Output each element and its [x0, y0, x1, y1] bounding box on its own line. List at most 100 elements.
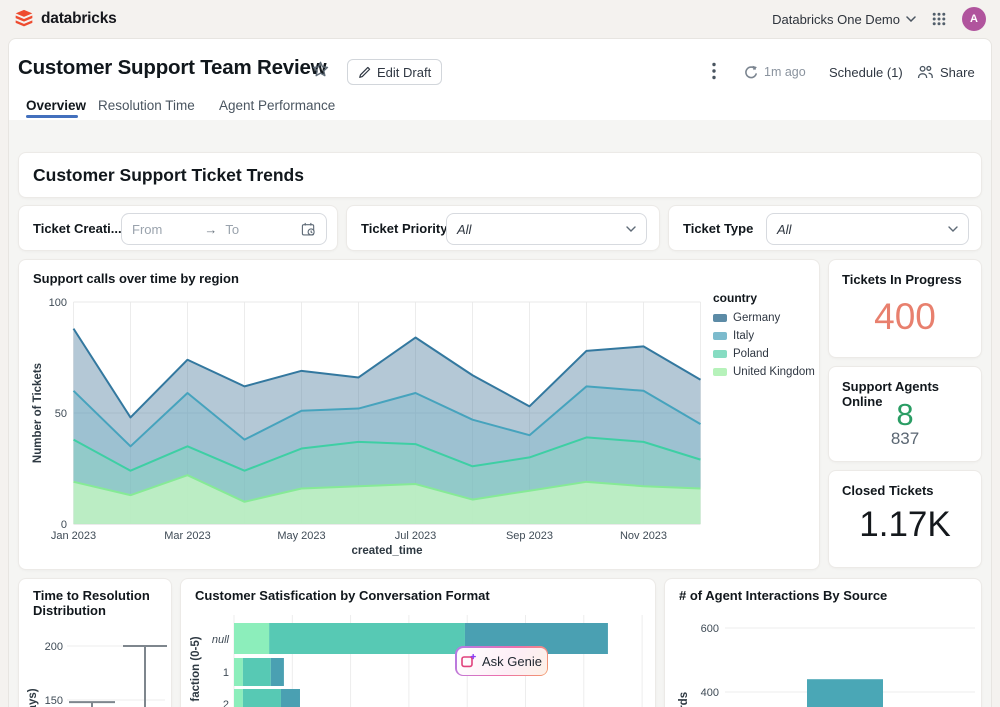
- calendar-clock-icon[interactable]: [301, 222, 316, 237]
- svg-text:150: 150: [45, 695, 63, 707]
- ask-genie-label: Ask Genie: [482, 654, 542, 669]
- ticket-priority-select[interactable]: All: [446, 213, 647, 245]
- kpi-card-tickets-in-progress: Tickets In Progress 400: [828, 259, 982, 358]
- date-range-input[interactable]: From → To: [121, 213, 327, 245]
- svg-text:Sep 2023: Sep 2023: [506, 530, 553, 542]
- kpi-value: 8: [829, 397, 981, 433]
- chevron-down-icon: [906, 16, 916, 22]
- svg-text:Mar 2023: Mar 2023: [164, 530, 210, 542]
- kebab-icon: [712, 62, 716, 80]
- resolution-distribution-title: Time to Resolution Distribution: [33, 588, 163, 618]
- last-refreshed-label: 1m ago: [764, 65, 806, 79]
- refresh-icon: [743, 65, 758, 80]
- pencil-icon: [358, 66, 371, 79]
- legend-item[interactable]: Italy: [713, 330, 817, 342]
- legend-title: country: [713, 291, 817, 305]
- tab-agent-performance[interactable]: Agent Performance: [219, 92, 335, 118]
- kpi-value: 400: [829, 296, 981, 338]
- legend-swatch: [713, 368, 727, 376]
- date-to-placeholder[interactable]: To: [225, 222, 239, 237]
- svg-text:200: 200: [45, 641, 63, 653]
- databricks-logo-icon: [14, 9, 34, 29]
- refresh-button[interactable]: 1m ago: [743, 61, 806, 83]
- svg-text:50: 50: [55, 408, 67, 420]
- legend-swatch: [713, 314, 727, 322]
- star-icon: [312, 61, 329, 77]
- svg-text:May 2023: May 2023: [277, 530, 325, 542]
- tab-resolution-time[interactable]: Resolution Time: [98, 92, 195, 118]
- active-tab-underline: [26, 115, 78, 118]
- svg-text:Nov 2023: Nov 2023: [620, 530, 667, 542]
- share-people-icon: [917, 65, 934, 79]
- csat-stacked-bar-chart[interactable]: null12faction (0-5): [189, 609, 649, 707]
- legend-item[interactable]: Poland: [713, 348, 817, 360]
- svg-text:2: 2: [223, 699, 229, 707]
- share-button[interactable]: Share: [917, 61, 975, 83]
- chart-legend: country Germany Italy Poland United Kingdom: [713, 291, 817, 384]
- kpi-subvalue: 837: [829, 429, 981, 449]
- svg-text:records: records: [678, 692, 690, 707]
- legend-label: Italy: [733, 330, 754, 342]
- legend-item[interactable]: United Kingdom: [713, 366, 817, 378]
- workspace-switcher[interactable]: Databricks One Demo: [772, 12, 916, 27]
- filter-card-ticket-priority: Ticket Priority All: [346, 205, 660, 251]
- kpi-card-support-agents-online: Support Agents Online 8 837: [828, 366, 982, 462]
- interactions-chart-card: # of Agent Interactions By Source 600400…: [664, 578, 982, 707]
- svg-text:Jul 2023: Jul 2023: [395, 530, 437, 542]
- kpi-value: 1.17K: [829, 505, 981, 545]
- more-options-kebab-button[interactable]: [712, 62, 716, 80]
- legend-label: Germany: [733, 312, 780, 324]
- filter-label-ticket-created: Ticket Creati...: [33, 221, 122, 236]
- csat-chart-card: Customer Satisfication by Conversation F…: [180, 578, 656, 707]
- legend-swatch: [713, 332, 727, 340]
- csat-chart-title: Customer Satisfication by Conversation F…: [195, 588, 490, 603]
- app-switcher-grid-icon[interactable]: [932, 12, 946, 26]
- user-avatar[interactable]: A: [962, 7, 986, 31]
- svg-text:600: 600: [701, 623, 719, 635]
- svg-text:faction (0-5): faction (0-5): [190, 636, 202, 701]
- kpi-card-closed-tickets: Closed Tickets 1.17K: [828, 470, 982, 568]
- legend-swatch: [713, 350, 727, 358]
- date-from-placeholder[interactable]: From: [132, 222, 162, 237]
- date-range-arrow-icon: →: [196, 222, 225, 237]
- legend-label: United Kingdom: [733, 366, 815, 378]
- svg-text:created_time: created_time: [352, 545, 423, 557]
- chevron-down-icon: [948, 226, 958, 232]
- interactions-bar-chart[interactable]: 600 400 records: [673, 601, 979, 707]
- kpi-title: Tickets In Progress: [842, 272, 962, 287]
- filter-label-ticket-type: Ticket Type: [683, 221, 753, 236]
- filter-card-ticket-created: Ticket Creati... From → To: [18, 205, 338, 251]
- share-label: Share: [940, 65, 975, 80]
- ask-genie-button[interactable]: Ask Genie: [455, 646, 548, 676]
- resolution-distribution-card: Time to Resolution Distribution 200 150 (D…: [18, 578, 172, 707]
- support-calls-chart-title: Support calls over time by region: [33, 271, 239, 286]
- svg-text:Jan 2023: Jan 2023: [51, 530, 96, 542]
- svg-text:100: 100: [49, 297, 67, 309]
- dashboard-title-card: Customer Support Ticket Trends: [18, 152, 982, 198]
- databricks-logo[interactable]: databricks: [14, 9, 117, 29]
- workspace-name: Databricks One Demo: [772, 12, 900, 27]
- svg-text:400: 400: [701, 687, 719, 699]
- dashboard-title: Customer Support Ticket Trends: [33, 165, 304, 186]
- legend-item[interactable]: Germany: [713, 312, 817, 324]
- edit-draft-label: Edit Draft: [377, 65, 431, 80]
- ticket-type-value: All: [777, 222, 791, 237]
- favorite-star-button[interactable]: [312, 61, 329, 77]
- support-calls-chart-card: Support calls over time by region 050100…: [18, 259, 820, 570]
- filter-card-ticket-type: Ticket Type All: [668, 205, 982, 251]
- filter-label-ticket-priority: Ticket Priority: [361, 221, 447, 236]
- ticket-type-select[interactable]: All: [766, 213, 969, 245]
- ticket-priority-value: All: [457, 222, 471, 237]
- svg-text:1: 1: [223, 667, 229, 679]
- schedule-label: Schedule (1): [829, 65, 903, 80]
- legend-label: Poland: [733, 348, 769, 360]
- edit-draft-button[interactable]: Edit Draft: [347, 59, 442, 85]
- resolution-box-plot[interactable]: 200 150 (Days): [27, 621, 169, 707]
- svg-text:(Days): (Days): [27, 688, 39, 707]
- page-title: Customer Support Team Review: [18, 56, 326, 80]
- svg-text:Number of Tickets: Number of Tickets: [32, 363, 44, 463]
- brand-wordmark: databricks: [41, 10, 117, 28]
- schedule-button[interactable]: Schedule (1): [829, 61, 903, 83]
- genie-icon: [461, 654, 476, 668]
- support-calls-area-chart[interactable]: 050100Jan 2023Mar 2023May 2023Jul 2023Se…: [29, 293, 707, 561]
